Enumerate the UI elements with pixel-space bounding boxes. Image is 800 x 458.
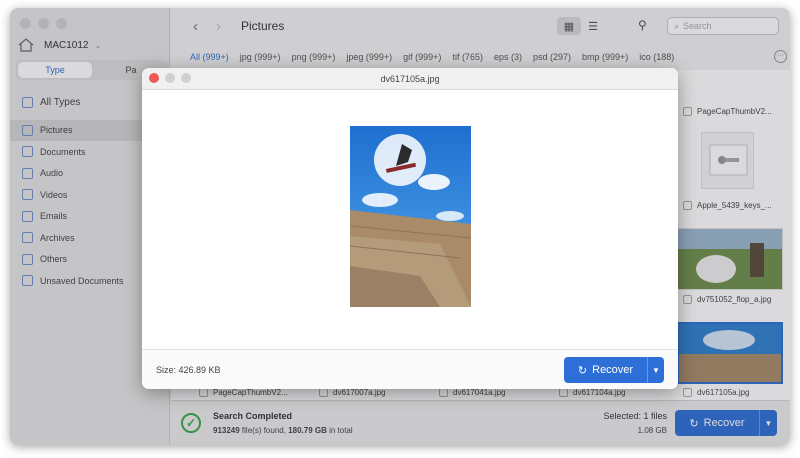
dialog-footer: Size: 426.89 KB ↻ Recover ▼ [142,349,678,389]
chevron-down-icon[interactable]: ▼ [647,357,664,383]
preview-dialog: dv617105a.jpg Size: 426.89 KB ↻ Recover … [142,68,678,389]
zoom-dialog-icon[interactable] [181,73,191,83]
dialog-window-controls [149,73,191,83]
dialog-title: dv617105a.jpg [380,74,440,84]
dialog-titlebar: dv617105a.jpg [142,68,678,90]
recover-text: Recover [592,364,634,376]
app-window: MAC1012 ⌄ Type Pa All Types Pictures Doc… [10,8,790,445]
minimize-dialog-icon[interactable] [165,73,175,83]
close-dialog-icon[interactable] [149,73,159,83]
refresh-icon: ↻ [577,364,588,377]
dialog-recover-button[interactable]: ↻ Recover ▼ [564,357,664,383]
image-preview [350,126,471,307]
skateboarder-photo [350,126,471,307]
recover-button-label: ↻ Recover [564,364,647,377]
file-size: Size: 426.89 KB [156,365,221,375]
